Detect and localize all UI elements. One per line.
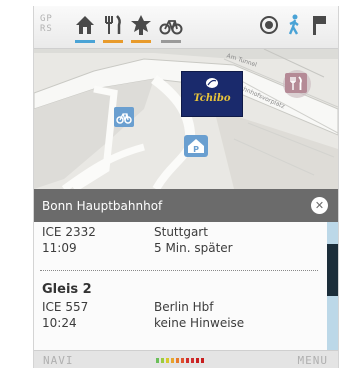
restaurant-icon[interactable] xyxy=(100,12,126,43)
navi-softkey[interactable]: NAVI xyxy=(43,354,74,367)
train-info: keine Hinweise xyxy=(154,316,245,330)
list-item[interactable]: ICE 2332 Stuttgart 11:09 5 Min. später xyxy=(34,222,327,274)
map-view[interactable]: Am Tunnel Bahnhofsvorplatz Tchibo P xyxy=(34,49,338,189)
signal-bar xyxy=(191,358,194,363)
close-icon[interactable]: ✕ xyxy=(311,197,328,214)
parking-house-icon: P xyxy=(188,139,204,154)
brand-logo-text: Tchibo xyxy=(193,93,231,104)
bicycle-icon xyxy=(116,113,132,124)
flag-icon[interactable] xyxy=(306,12,332,38)
signal-bar xyxy=(186,358,189,363)
departure-list[interactable]: ICE 2332 Stuttgart 11:09 5 Min. später G… xyxy=(34,222,327,350)
home-underline xyxy=(75,40,95,43)
train-number: ICE 557 xyxy=(42,300,89,314)
parking-poi-marker[interactable]: P xyxy=(184,135,208,157)
signal-bar xyxy=(181,358,184,363)
network-indicator: GP RS xyxy=(40,14,53,34)
svg-text:P: P xyxy=(193,145,199,154)
train-time: 11:09 xyxy=(42,241,77,255)
signal-bar xyxy=(201,358,204,363)
restaurant-underline xyxy=(103,40,123,43)
train-info: 5 Min. später xyxy=(154,241,233,255)
sightseeing-underline xyxy=(131,40,151,43)
platform-heading: Gleis 2 xyxy=(42,282,92,297)
bicycle-icon[interactable] xyxy=(158,12,184,43)
device-screen: GP RS Am Tunnel Bahnhofsvorplatz Tchibo … xyxy=(33,6,339,368)
signal-bar xyxy=(166,358,169,363)
location-target-icon[interactable] xyxy=(256,12,282,38)
signal-bar xyxy=(171,358,174,363)
train-time: 10:24 xyxy=(42,316,77,330)
divider xyxy=(40,270,318,271)
tchibo-logo-marker[interactable]: Tchibo xyxy=(181,71,243,117)
home-icon[interactable] xyxy=(72,12,98,43)
bottom-bar: NAVI MENU xyxy=(34,350,338,368)
signal-bar xyxy=(156,358,159,363)
signal-strength-indicator xyxy=(156,358,204,363)
restaurant-poi-marker[interactable] xyxy=(285,73,307,93)
pedestrian-icon[interactable] xyxy=(282,12,308,38)
bicycle-poi-marker[interactable] xyxy=(114,107,134,127)
signal-bar xyxy=(161,358,164,363)
signal-bar xyxy=(176,358,179,363)
scrollbar-thumb[interactable] xyxy=(327,244,338,296)
menu-softkey[interactable]: MENU xyxy=(298,354,329,367)
top-toolbar: GP RS xyxy=(34,6,338,49)
train-destination: Berlin Hbf xyxy=(154,300,214,314)
list-item[interactable]: Gleis 2 ICE 557 Berlin Hbf 10:24 keine H… xyxy=(34,276,327,346)
bicycle-underline xyxy=(161,40,181,43)
train-destination: Stuttgart xyxy=(154,225,208,239)
sightseeing-icon[interactable] xyxy=(128,12,154,43)
train-number: ICE 2332 xyxy=(42,225,96,239)
station-banner: Bonn Hauptbahnhof ✕ xyxy=(34,189,338,222)
restaurant-icon xyxy=(290,76,302,90)
station-title: Bonn Hauptbahnhof xyxy=(42,199,163,213)
coffee-bean-icon xyxy=(206,78,218,88)
scrollbar[interactable] xyxy=(327,222,338,350)
signal-bar xyxy=(196,358,199,363)
